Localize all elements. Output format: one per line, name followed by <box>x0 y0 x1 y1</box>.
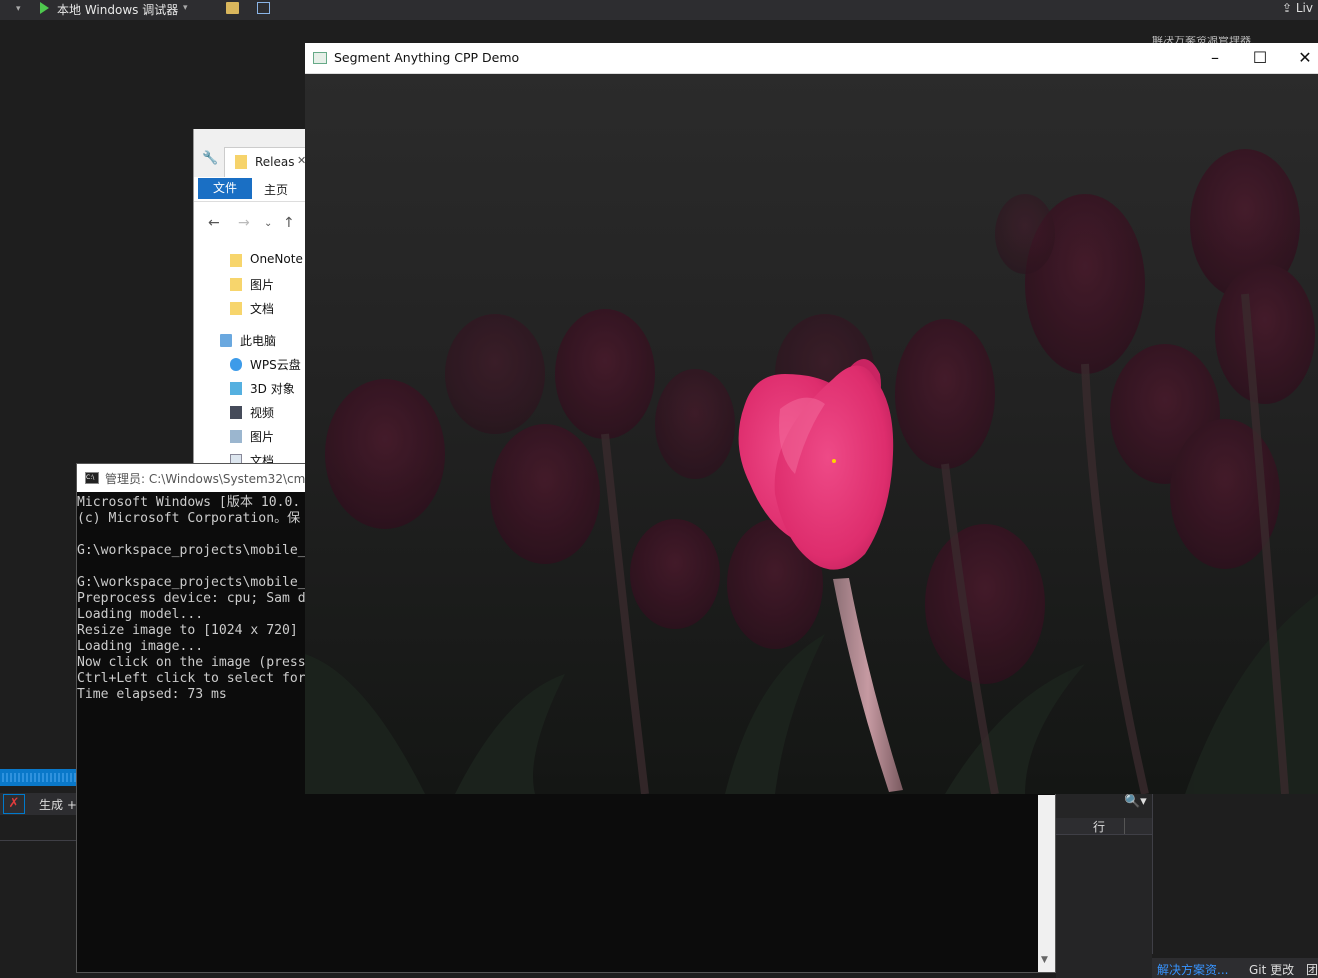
play-icon[interactable] <box>40 2 49 14</box>
explorer-tab[interactable]: Releas ✕ <box>224 147 306 178</box>
dark-tulip <box>490 424 600 564</box>
search-icon[interactable]: 🔍▾ <box>1124 794 1147 809</box>
close-button[interactable]: ✕ <box>1283 47 1318 69</box>
cloud-icon <box>230 358 242 371</box>
error-list-toolbar: ✗ 生成 + <box>0 793 77 815</box>
clear-errors-icon[interactable]: ✗ <box>3 794 25 814</box>
sam-window-title: Segment Anything CPP Demo <box>334 50 520 65</box>
computer-icon <box>220 334 232 347</box>
up-arrow-icon[interactable]: ↑ <box>283 215 295 231</box>
tree-item-label: OneNote <box>250 252 303 266</box>
tree-item-label: 图片 <box>250 430 275 444</box>
dark-tulip <box>895 319 995 469</box>
dark-tulip <box>655 369 735 479</box>
sam-demo-window: Segment Anything CPP Demo – ☐ ✕ <box>305 43 1318 794</box>
tree-item[interactable]: 此电脑 <box>194 329 306 351</box>
solution-explorer-panel <box>1152 794 1318 954</box>
dark-tulip <box>630 519 720 629</box>
solution-explorer-tab[interactable]: 解决方案资... <box>1157 961 1228 978</box>
dark-tulip <box>925 524 1045 684</box>
explorer-ribbon: 文件 主页 <box>194 177 306 202</box>
line-column-header[interactable]: 行 <box>1093 818 1105 835</box>
tree-item[interactable]: 文档 <box>194 297 306 319</box>
folder-icon <box>230 302 242 315</box>
ribbon-home-tab[interactable]: 主页 <box>264 181 288 198</box>
debugger-dropdown-icon[interactable]: ▾ <box>183 3 188 13</box>
git-changes-tab[interactable]: Git 更改 <box>1249 961 1294 978</box>
recent-dropdown-icon[interactable]: ⌄ <box>264 218 272 229</box>
config-dropdown-icon[interactable]: ▾ <box>16 4 21 14</box>
explorer-tabbar: 🔧 Releas ✕ <box>194 129 306 178</box>
picture-icon <box>230 430 242 443</box>
explorer-tab-title: Releas <box>255 155 295 169</box>
dark-tulip <box>555 309 655 439</box>
scroll-down-icon[interactable]: ▼ <box>1041 955 1048 965</box>
live-share-button[interactable]: ⇪ Liv <box>1282 1 1313 15</box>
tree-item[interactable]: 3D 对象 <box>194 377 306 399</box>
back-arrow-icon[interactable]: ← <box>208 215 220 231</box>
tree-item-label: 此电脑 <box>240 334 277 348</box>
folder-icon <box>235 155 247 169</box>
team-tab[interactable]: 团 <box>1306 961 1318 978</box>
browse-folder-icon[interactable] <box>226 2 239 14</box>
window-layout-icon[interactable] <box>257 2 270 14</box>
app-window-icon <box>313 52 327 64</box>
sam-titlebar[interactable]: Segment Anything CPP Demo – ☐ ✕ <box>305 43 1318 74</box>
ribbon-file-tab[interactable]: 文件 <box>198 178 252 199</box>
cube-icon <box>230 382 242 395</box>
progress-pattern <box>0 773 76 782</box>
minimize-button[interactable]: – <box>1193 47 1237 69</box>
tree-item[interactable]: 视频 <box>194 401 306 423</box>
tree-item-label: 文档 <box>250 302 275 316</box>
dark-tulip <box>325 379 445 529</box>
vs-toolbar: ▾ 本地 Windows 调试器 ▾ ⇪ Liv <box>0 0 1318 20</box>
tree-item-label: 视频 <box>250 406 275 420</box>
live-share-label: Liv <box>1295 1 1313 15</box>
error-list-header: 行 <box>1056 818 1152 835</box>
wrench-icon[interactable]: 🔧 <box>202 151 218 166</box>
tree-item[interactable]: 图片 <box>194 273 306 295</box>
folder-icon <box>230 278 242 291</box>
film-icon <box>230 406 242 419</box>
tree-item-label: WPS云盘 <box>250 358 301 372</box>
file-explorer-window: 🔧 Releas ✕ 文件 主页 ← → ⌄ ↑ OneNote 图片 文档 此电脑 W… <box>193 129 306 469</box>
explorer-nav-row: ← → ⌄ ↑ <box>194 211 306 237</box>
tree-item-label: 图片 <box>250 278 275 292</box>
vs-progress-strip <box>0 769 76 786</box>
dark-tulip <box>445 314 545 434</box>
debugger-start-button[interactable]: 本地 Windows 调试器 <box>57 1 178 18</box>
tree-item[interactable]: OneNote <box>194 249 306 271</box>
segmented-image-canvas[interactable] <box>305 74 1318 794</box>
dark-tulip <box>1215 264 1315 404</box>
column-separator <box>1124 818 1125 834</box>
vs-status-bar: 解决方案资... Git 更改 团 <box>1152 958 1318 978</box>
tree-item[interactable]: 图片 <box>194 425 306 447</box>
build-filter-label[interactable]: 生成 + <box>39 796 77 813</box>
tree-item-label: 3D 对象 <box>250 382 295 396</box>
divider <box>0 840 76 841</box>
error-list-panel: 🔍▾ 行 <box>1056 794 1152 978</box>
cmd-app-icon: C:\ <box>85 472 99 484</box>
cmd-scrollbar[interactable]: ▼ <box>1038 795 1055 972</box>
tree-item[interactable]: WPS云盘 <box>194 353 306 375</box>
folder-icon <box>230 254 242 267</box>
forward-arrow-icon[interactable]: → <box>238 215 250 231</box>
click-point-marker <box>832 459 836 463</box>
cmd-title: 管理员: C:\Windows\System32\cmd.exe <box>105 472 338 486</box>
maximize-button[interactable]: ☐ <box>1238 47 1282 69</box>
dark-tulip <box>995 194 1055 274</box>
